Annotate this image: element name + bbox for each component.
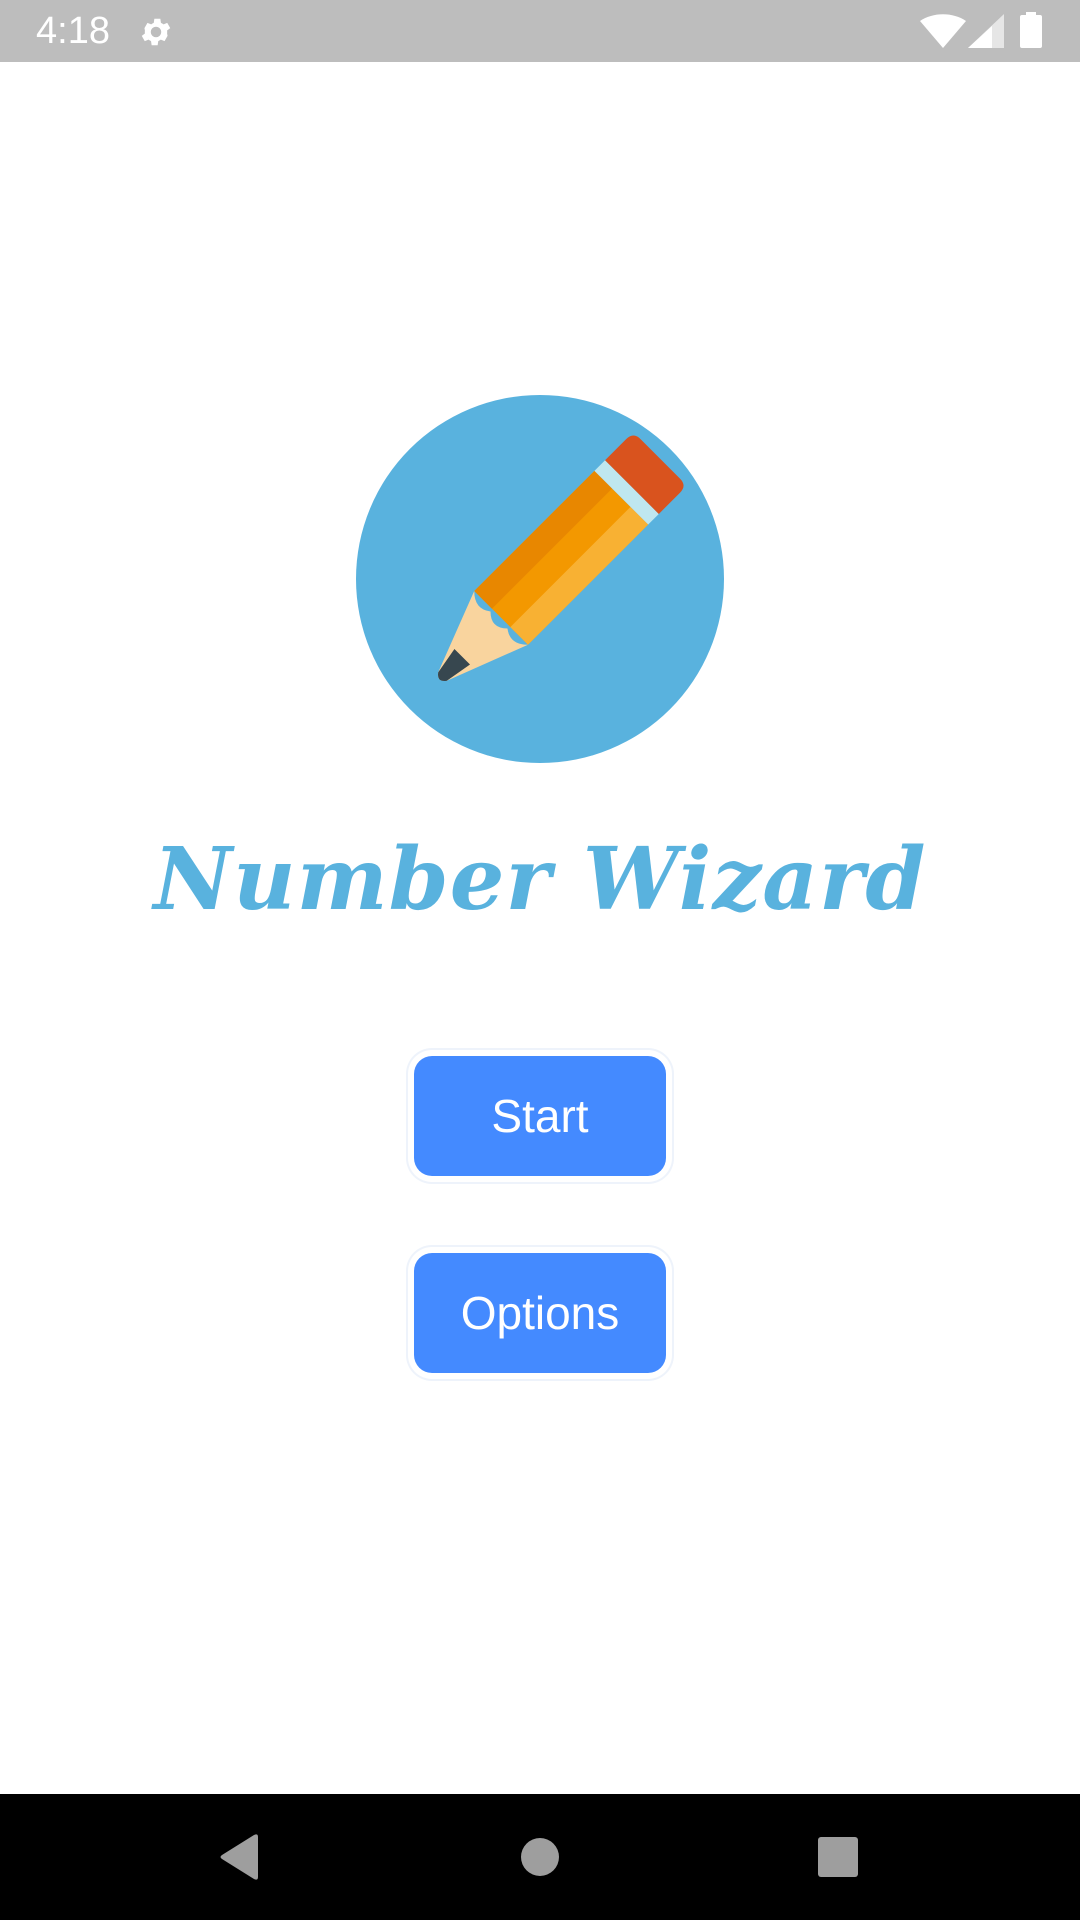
app-title: Number Wizard	[153, 829, 927, 930]
recents-button[interactable]	[758, 1794, 918, 1920]
back-icon	[220, 1834, 258, 1880]
battery-icon	[1020, 12, 1042, 48]
options-button[interactable]: Options	[414, 1253, 666, 1373]
status-time: 4:18	[36, 10, 110, 52]
start-button-frame: Start	[408, 1050, 672, 1182]
status-bar: 4:18	[0, 0, 1080, 62]
wifi-icon	[920, 14, 966, 48]
gear-icon	[141, 18, 171, 46]
app-logo	[356, 395, 724, 763]
signal-icon	[968, 14, 1004, 48]
recents-icon	[818, 1837, 858, 1877]
navigation-bar	[0, 1794, 1080, 1920]
main-content: Number Wizard Start Options	[0, 62, 1080, 1794]
options-button-frame: Options	[408, 1247, 672, 1379]
home-button[interactable]	[460, 1794, 620, 1920]
home-icon	[521, 1838, 559, 1876]
back-button[interactable]	[160, 1794, 320, 1920]
start-button[interactable]: Start	[414, 1056, 666, 1176]
